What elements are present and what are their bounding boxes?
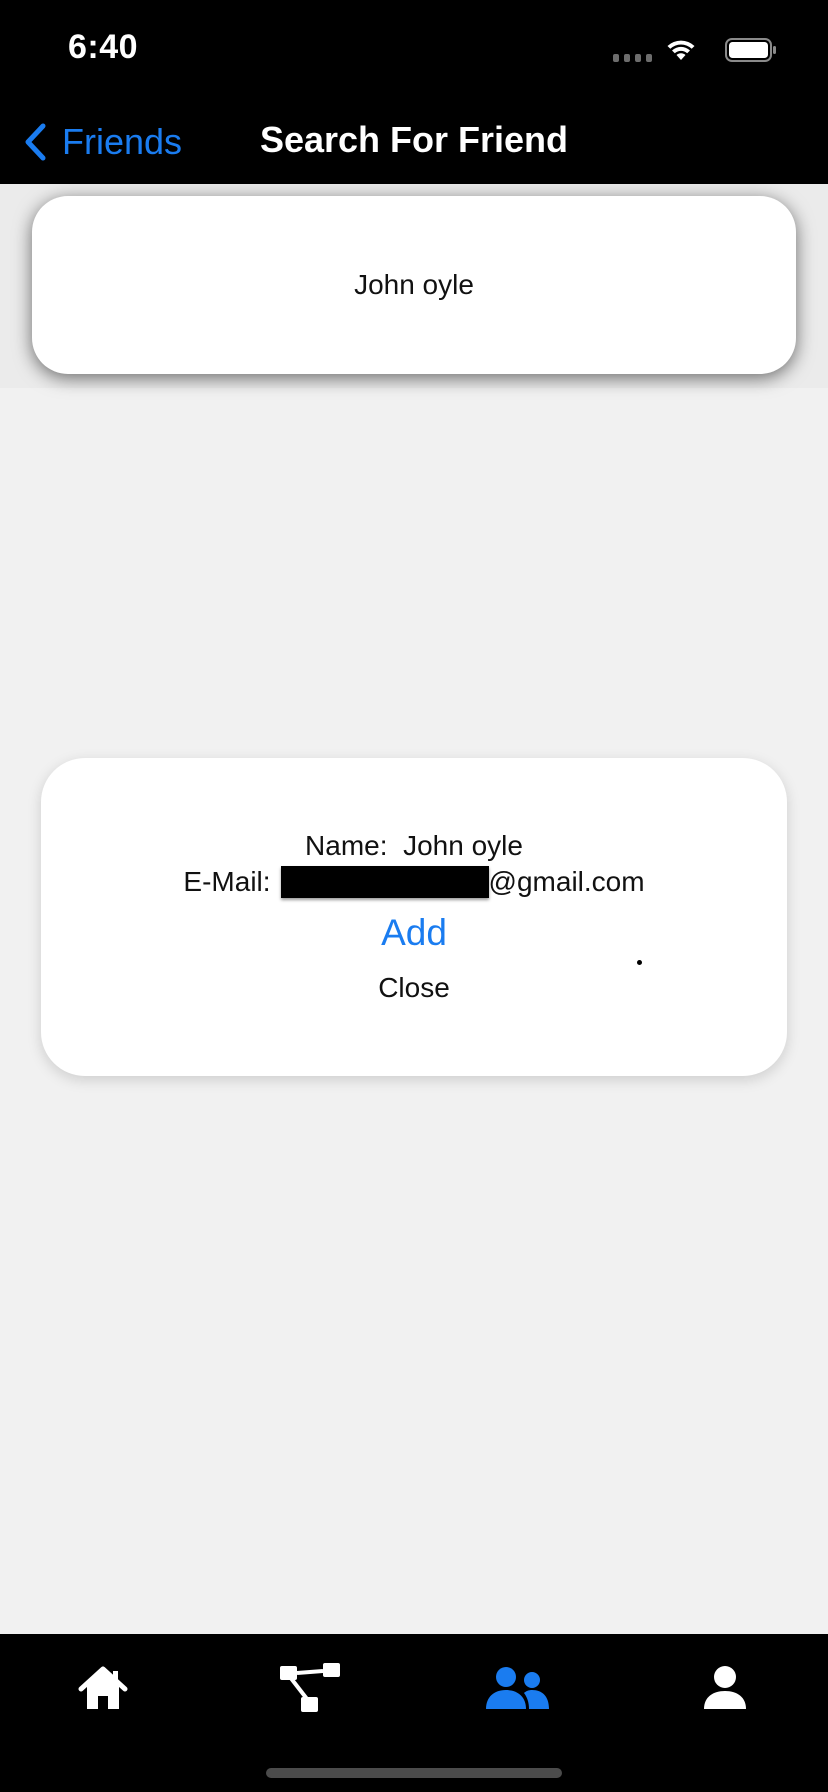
profile-icon bbox=[704, 1666, 746, 1709]
search-result-card[interactable]: John oyle bbox=[32, 196, 796, 374]
top-bar: 6:40 Friends Search For Friend bbox=[0, 0, 828, 184]
page-title: Search For Friend bbox=[259, 119, 569, 160]
add-friend-button[interactable]: Add bbox=[41, 912, 787, 954]
email-row: E-Mail: @gmail.com bbox=[41, 862, 787, 902]
status-icons bbox=[552, 36, 792, 64]
name-row: Name: John oyle bbox=[41, 830, 787, 862]
tab-hierarchy[interactable] bbox=[271, 1658, 351, 1718]
tab-bar bbox=[0, 1634, 828, 1792]
status-time: 6:40 bbox=[68, 28, 139, 66]
dot-mark bbox=[637, 960, 642, 965]
email-label: E-Mail: bbox=[183, 866, 271, 897]
tab-friends[interactable] bbox=[478, 1658, 558, 1718]
search-for-friend-screen: 6:40 Friends Search For Friend John oyle… bbox=[0, 0, 828, 1792]
tab-home[interactable] bbox=[63, 1658, 143, 1718]
name-label: Name: bbox=[305, 830, 388, 861]
friends-icon bbox=[486, 1667, 549, 1709]
wifi-icon bbox=[667, 40, 695, 60]
home-indicator bbox=[266, 1768, 562, 1778]
cellular-signal-icon bbox=[613, 54, 652, 62]
email-suffix: @gmail.com bbox=[488, 866, 645, 897]
home-icon bbox=[78, 1666, 128, 1709]
hierarchy-icon bbox=[280, 1663, 340, 1712]
close-button[interactable]: Close bbox=[41, 972, 787, 1004]
friend-details-popup: Name: John oyle E-Mail: @gmail.com Add C… bbox=[41, 758, 787, 1076]
name-value: John oyle bbox=[403, 830, 523, 861]
search-result-name: John oyle bbox=[354, 269, 474, 300]
email-redaction-block bbox=[280, 866, 489, 898]
battery-icon bbox=[725, 38, 776, 62]
tab-profile[interactable] bbox=[685, 1658, 765, 1718]
